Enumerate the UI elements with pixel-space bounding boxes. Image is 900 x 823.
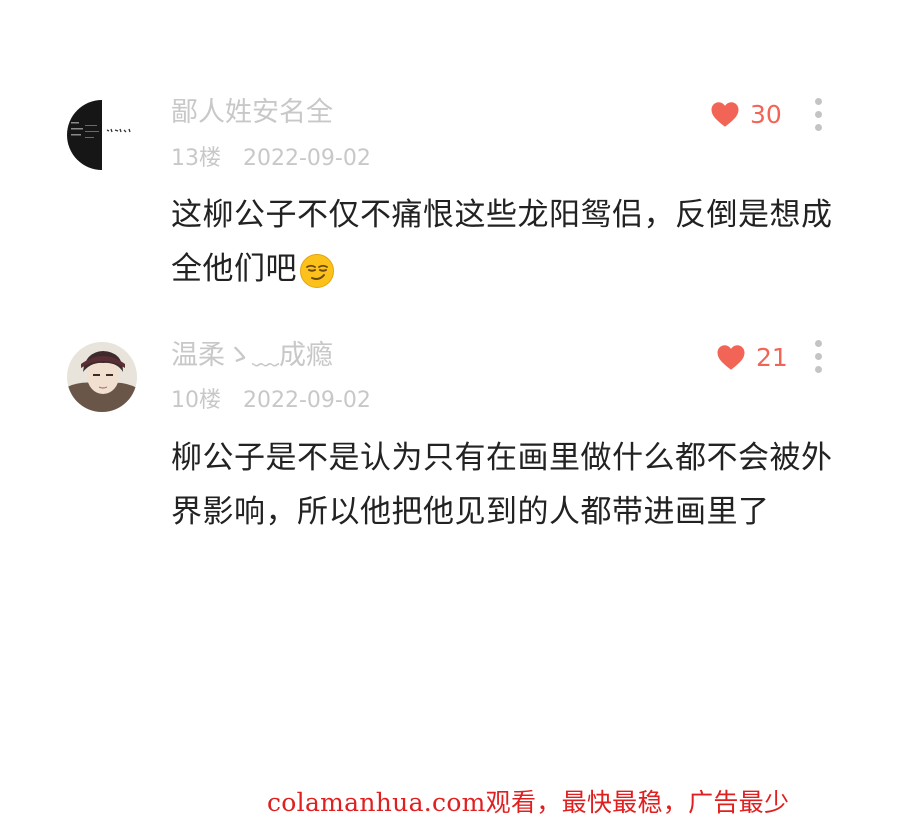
like-button[interactable]: 30: [710, 99, 782, 129]
avatar[interactable]: [67, 100, 137, 170]
watermark-text: colamanhua.com观看，最快最稳，广告最少: [267, 788, 790, 817]
comment-text-content: 柳公子是不是认为只有在画里做什么都不会被外界影响，所以他把他见到的人都带进画里了: [171, 440, 833, 530]
username[interactable]: 温柔ゝ﹏成瘾: [171, 342, 333, 369]
comment-date: 2022-09-02: [243, 388, 371, 413]
more-options-icon[interactable]: [813, 340, 823, 374]
like-button[interactable]: 21: [716, 342, 788, 372]
anime-character-avatar-icon: [67, 342, 137, 412]
avatar[interactable]: [67, 342, 137, 412]
comment-text-content: 这柳公子不仅不痛恨这些龙阳鸳侣，反倒是想成全他们吧: [171, 197, 833, 287]
comment-meta: 10楼 2022-09-02: [171, 390, 371, 412]
heart-icon: [711, 101, 739, 127]
like-count: 30: [750, 99, 782, 129]
smirk-emoji: [300, 253, 334, 288]
comment-date: 2022-09-02: [243, 146, 371, 171]
username[interactable]: 鄙人姓安名全: [171, 99, 333, 126]
comment-text: 这柳公子不仅不痛恨这些龙阳鸳侣，反倒是想成全他们吧: [171, 188, 841, 296]
comment-meta: 13楼 2022-09-02: [171, 148, 371, 170]
heart-icon: [717, 344, 745, 370]
floor-number: 13楼: [171, 146, 221, 171]
more-options-icon[interactable]: [813, 98, 823, 132]
dark-calligraphy-avatar-icon: [67, 100, 137, 170]
comment-text: 柳公子是不是认为只有在画里做什么都不会被外界影响，所以他把他见到的人都带进画里了: [171, 431, 841, 539]
like-count: 21: [756, 342, 788, 372]
floor-number: 10楼: [171, 388, 221, 413]
